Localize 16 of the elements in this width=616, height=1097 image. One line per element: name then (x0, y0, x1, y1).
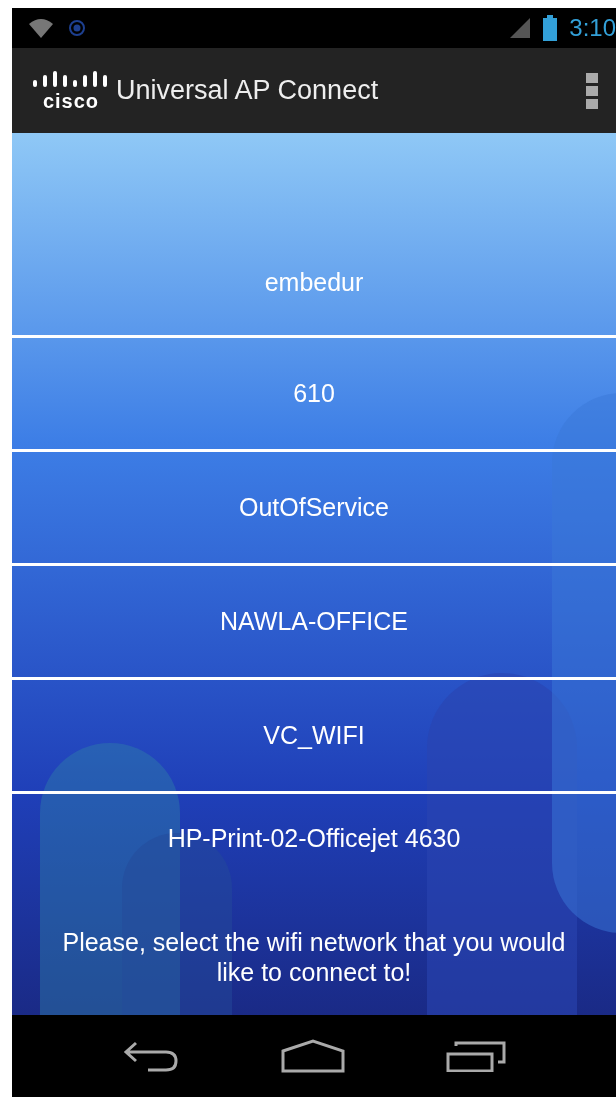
battery-icon (543, 15, 558, 41)
menu-icon[interactable] (586, 72, 598, 109)
logo-text: cisco (42, 90, 100, 111)
wifi-icon (28, 17, 54, 39)
home-icon[interactable] (281, 1039, 345, 1073)
network-item[interactable]: HP-Print-02-Officejet 4630 (12, 794, 616, 884)
signal-icon (509, 17, 532, 39)
network-item[interactable]: VC_WIFI (12, 680, 616, 794)
network-item[interactable]: OutOfService (12, 452, 616, 566)
network-item[interactable]: 610 (12, 338, 616, 452)
instruction-text: Please, select the wifi network that you would like to connect to! (61, 927, 567, 987)
gps-icon (66, 17, 88, 39)
app-title: Universal AP Connect (116, 75, 379, 106)
recent-apps-icon[interactable] (445, 1040, 506, 1072)
network-item[interactable]: NAWLA-OFFICE (12, 566, 616, 680)
status-time: 3:10 (569, 14, 616, 42)
